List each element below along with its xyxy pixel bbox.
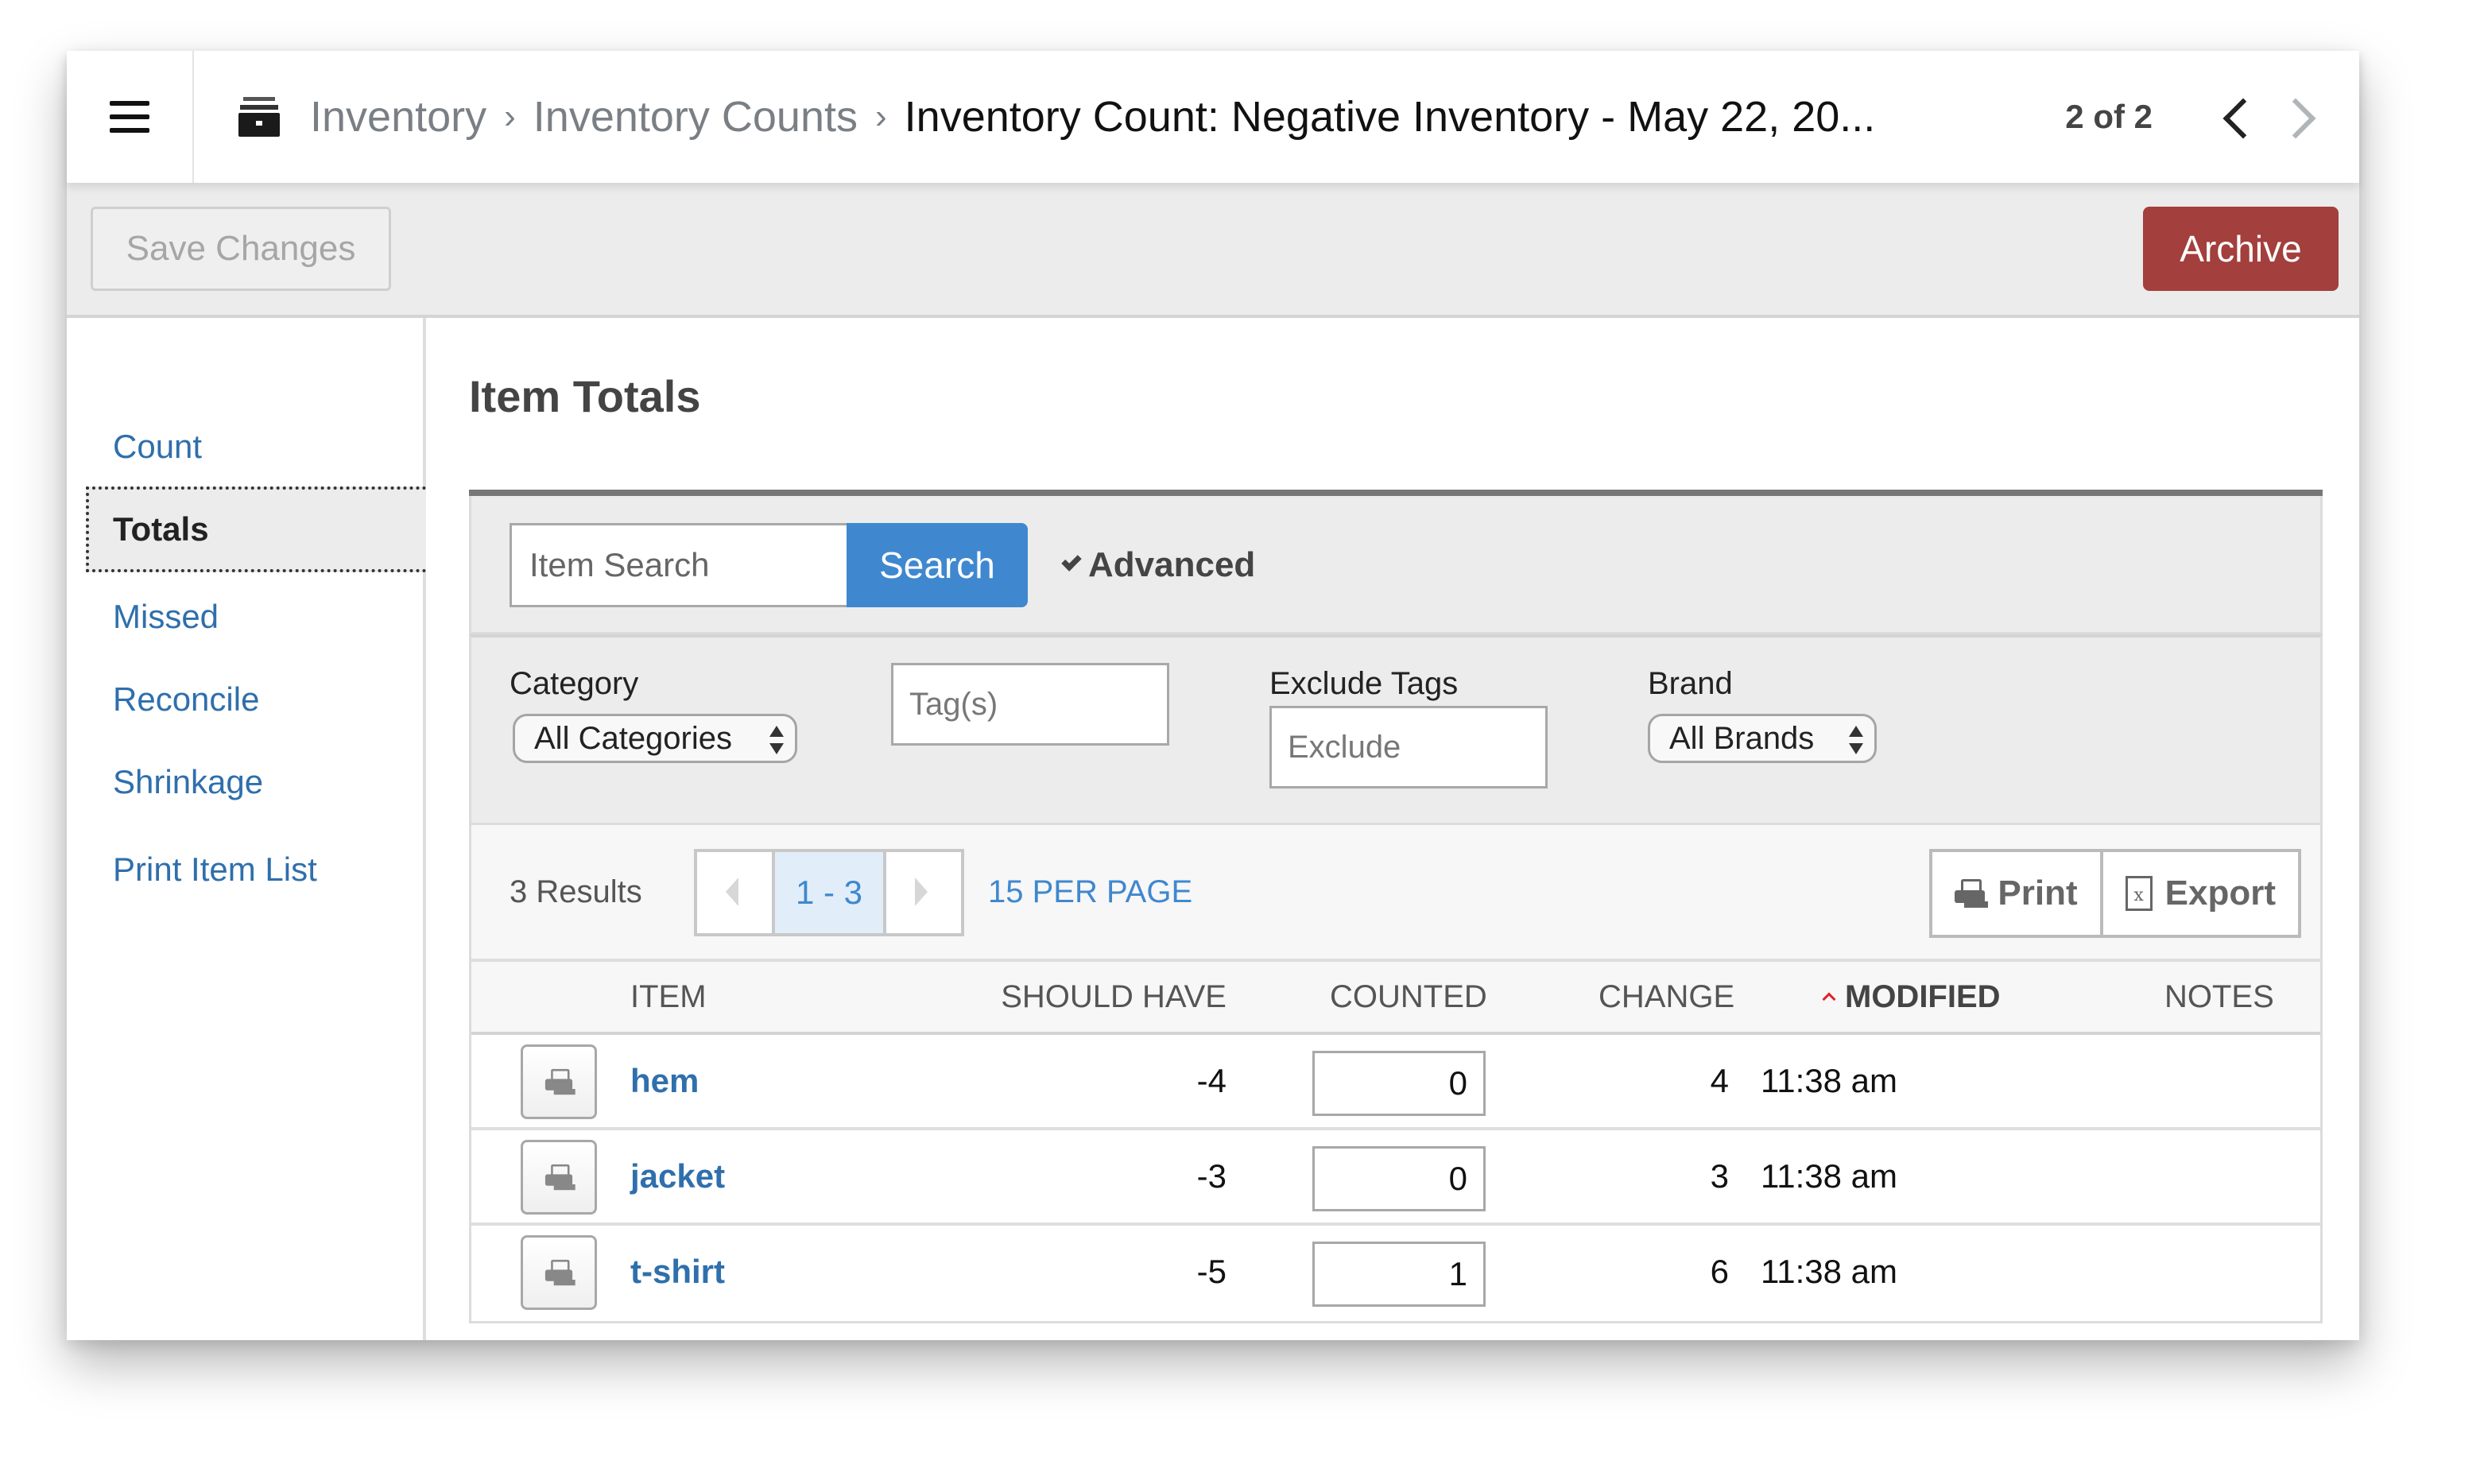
printer-icon xyxy=(1955,879,1986,908)
counted-input[interactable]: 0 xyxy=(1312,1051,1486,1116)
sidebar-item-shrinkage[interactable]: Shrinkage xyxy=(86,739,426,825)
chevron-right-icon[interactable] xyxy=(2283,93,2315,141)
breadcrumb-inventory[interactable]: Inventory xyxy=(310,92,486,141)
search-panel: Item Search Search Advanced xyxy=(469,496,2323,634)
print-button[interactable]: Print xyxy=(1932,852,2099,935)
column-header-item[interactable]: ITEM xyxy=(630,962,707,1032)
previous-page-button[interactable] xyxy=(697,852,772,933)
breadcrumb-separator: › xyxy=(504,97,516,136)
should-have-value: -3 xyxy=(1196,1157,1226,1195)
change-value: 3 xyxy=(1710,1157,1729,1195)
table-header: ITEM SHOULD HAVE COUNTED CHANGE MODIFIED… xyxy=(471,962,2320,1035)
sort-ascending-icon xyxy=(1822,992,1836,1006)
breadcrumb-separator: › xyxy=(875,97,887,136)
printer-icon xyxy=(544,1259,573,1285)
save-changes-button[interactable]: Save Changes xyxy=(91,207,391,291)
print-export-group: Print x Export xyxy=(1929,849,2301,938)
pagination: 1 - 3 xyxy=(694,849,964,936)
advanced-label: Advanced xyxy=(1088,545,1256,584)
sidebar-item-missed[interactable]: Missed xyxy=(86,574,426,660)
category-label: Category xyxy=(510,666,639,701)
archive-box-icon xyxy=(238,97,280,137)
menu-button[interactable] xyxy=(67,51,194,183)
record-pager: 2 of 2 xyxy=(2065,51,2315,183)
advanced-toggle[interactable]: Advanced xyxy=(1061,523,1256,607)
results-count: 3 Results xyxy=(510,874,642,909)
page-title: Item Totals xyxy=(469,371,701,421)
column-header-modified-label: MODIFIED xyxy=(1845,978,2001,1014)
advanced-filters: Category All Categories Tag(s) Exclude T… xyxy=(469,634,2323,825)
sidebar: Count Totals Missed Reconcile Shrinkage … xyxy=(67,318,426,1340)
per-page-selector[interactable]: 15 PER PAGE xyxy=(988,825,1192,959)
search-button[interactable]: Search xyxy=(847,523,1028,607)
next-page-button[interactable] xyxy=(886,852,961,933)
chevron-down-icon xyxy=(1061,551,1082,572)
breadcrumb-inventory-counts[interactable]: Inventory Counts xyxy=(533,92,858,141)
results-bar: 3 Results 1 - 3 15 PER PAGE Print x Expo… xyxy=(469,825,2323,962)
sidebar-item-count[interactable]: Count xyxy=(86,404,426,490)
modified-value: 11:38 am xyxy=(1761,1062,1897,1099)
modified-value: 11:38 am xyxy=(1761,1157,1897,1195)
should-have-value: -5 xyxy=(1196,1253,1226,1290)
archive-button[interactable]: Archive xyxy=(2143,207,2339,291)
item-link[interactable]: t-shirt xyxy=(630,1226,725,1318)
print-label: Print xyxy=(1998,874,2078,912)
column-header-modified[interactable]: MODIFIED xyxy=(1822,962,2001,1032)
sidebar-item-totals[interactable]: Totals xyxy=(86,486,426,572)
top-header: Inventory › Inventory Counts › Inventory… xyxy=(67,51,2359,183)
change-value: 4 xyxy=(1710,1062,1729,1099)
column-header-counted[interactable]: COUNTED xyxy=(1330,962,1487,1032)
breadcrumb: Inventory › Inventory Counts › Inventory… xyxy=(238,51,1875,183)
hamburger-menu-icon xyxy=(110,101,149,133)
table-row: jacket -3 0 3 11:38 am xyxy=(471,1130,2320,1226)
should-have-value: -4 xyxy=(1196,1062,1226,1099)
excel-file-icon: x xyxy=(2125,876,2153,911)
category-value: All Categories xyxy=(534,720,733,756)
breadcrumb-current: Inventory Count: Negative Inventory - Ma… xyxy=(904,93,1876,141)
export-button[interactable]: x Export xyxy=(2099,852,2298,935)
app-window: Inventory › Inventory Counts › Inventory… xyxy=(67,51,2359,1340)
title-divider xyxy=(469,490,2323,496)
print-label-button[interactable] xyxy=(521,1235,597,1310)
category-select[interactable]: All Categories xyxy=(513,714,797,763)
exclude-tags-label: Exclude Tags xyxy=(1269,666,1459,701)
change-value: 6 xyxy=(1710,1253,1729,1290)
counted-input[interactable]: 0 xyxy=(1312,1146,1486,1211)
current-page-range[interactable]: 1 - 3 xyxy=(772,852,886,933)
select-arrows-icon xyxy=(769,726,784,754)
sidebar-item-print-item-list[interactable]: Print Item List xyxy=(86,827,426,912)
record-position: 2 of 2 xyxy=(2065,98,2153,135)
brand-select[interactable]: All Brands xyxy=(1648,714,1877,763)
tags-input[interactable]: Tag(s) xyxy=(891,663,1169,746)
brand-value: All Brands xyxy=(1669,720,1815,756)
column-header-change[interactable]: CHANGE xyxy=(1599,962,1734,1032)
item-link[interactable]: jacket xyxy=(630,1130,725,1222)
printer-icon xyxy=(544,1068,573,1095)
print-label-button[interactable] xyxy=(521,1044,597,1119)
table-row: t-shirt -5 1 6 11:38 am xyxy=(471,1226,2320,1321)
export-label: Export xyxy=(2164,874,2276,912)
brand-label: Brand xyxy=(1648,666,1733,701)
item-totals-table: ITEM SHOULD HAVE COUNTED CHANGE MODIFIED… xyxy=(469,962,2323,1323)
exclude-tags-input[interactable]: Exclude xyxy=(1269,706,1548,788)
column-header-notes[interactable]: NOTES xyxy=(2164,962,2274,1032)
printer-icon xyxy=(544,1164,573,1190)
table-row: hem -4 0 4 11:38 am xyxy=(471,1035,2320,1130)
chevron-left-icon[interactable] xyxy=(2219,93,2251,141)
action-toolbar: Save Changes Archive xyxy=(67,183,2359,318)
print-label-button[interactable] xyxy=(521,1140,597,1215)
item-search-input[interactable]: Item Search xyxy=(510,523,847,607)
counted-input[interactable]: 1 xyxy=(1312,1242,1486,1307)
item-link[interactable]: hem xyxy=(630,1035,699,1127)
sidebar-item-reconcile[interactable]: Reconcile xyxy=(86,657,426,742)
modified-value: 11:38 am xyxy=(1761,1253,1897,1290)
column-header-should-have[interactable]: SHOULD HAVE xyxy=(1001,962,1226,1032)
select-arrows-icon xyxy=(1849,726,1863,754)
